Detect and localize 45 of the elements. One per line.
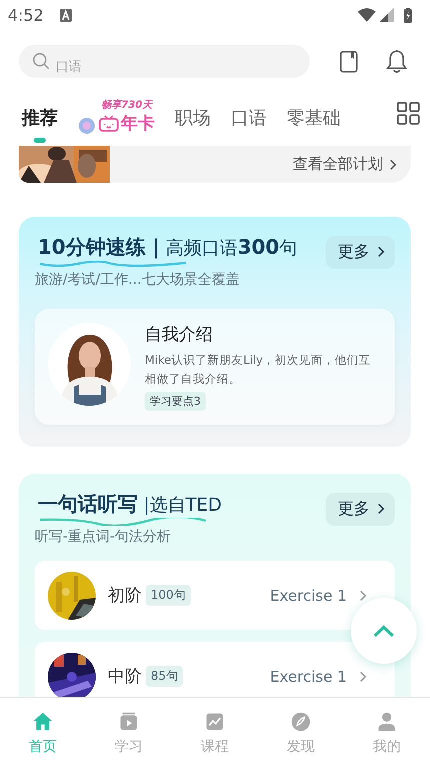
level-name: 中阶 xyxy=(108,666,142,688)
card-subtitle: 听写-重点词-句法分析 xyxy=(35,528,172,546)
person-icon xyxy=(376,711,398,733)
search-field[interactable]: 口语 xyxy=(19,45,310,78)
chevron-icon xyxy=(359,590,367,602)
tab[interactable]: 零基础 xyxy=(287,106,341,143)
card-subtitle: 旅游/考试/工作...七大场景全覆盖 xyxy=(35,271,241,289)
signal-icon xyxy=(380,8,394,22)
status-time: 4:52 xyxy=(8,6,44,24)
tab[interactable]: 职场 xyxy=(175,106,211,143)
card-title: 一句话听写 |选自TED xyxy=(38,492,222,518)
chart-icon xyxy=(204,711,226,733)
sentence-count: 100句 xyxy=(146,585,191,606)
chevron-icon xyxy=(389,158,397,170)
chevron-icon xyxy=(377,246,385,258)
book-icon[interactable] xyxy=(340,50,358,72)
level-row[interactable]: 初阶 100句 Exercise 1 xyxy=(35,561,395,630)
exercise-label: Exercise 1 xyxy=(270,668,347,686)
bell-icon[interactable] xyxy=(386,49,408,74)
notification-icon xyxy=(60,8,72,22)
battery-icon xyxy=(404,8,412,22)
level-name: 初阶 xyxy=(108,585,142,607)
lesson-description: Mike认识了新朋友Lily，初次见面，他们互相做了自我介绍。 xyxy=(145,352,372,388)
search-icon xyxy=(33,53,50,70)
lesson-card[interactable]: 自我介绍 Mike认识了新朋友Lily，初次见面，他们互相做了自我介绍。 学习要点3 xyxy=(35,309,395,425)
card-title: 10分钟速练 | 高频口语300句 xyxy=(38,235,298,261)
lesson-title: 自我介绍 xyxy=(145,324,214,346)
home-icon xyxy=(32,711,54,733)
exercise-label: Exercise 1 xyxy=(270,586,347,604)
sentence-count: 85句 xyxy=(146,666,184,687)
wifi-icon xyxy=(358,8,376,22)
tab[interactable]: 推荐 xyxy=(22,106,58,143)
view-all-plans-link[interactable]: 查看全部计划 xyxy=(293,155,397,174)
more-button[interactable]: 更多 xyxy=(326,492,395,526)
compass-icon xyxy=(290,711,312,733)
chevron-icon xyxy=(359,670,367,682)
level-row[interactable]: 中阶 85句 Exercise 1 xyxy=(35,642,395,697)
promo-tab[interactable]: 畅享730天 年卡 xyxy=(78,98,155,135)
tab[interactable]: 口语 xyxy=(231,106,267,143)
play-icon xyxy=(118,711,140,733)
chevron-up-icon xyxy=(373,624,395,638)
tv-face-icon xyxy=(99,115,119,132)
chevron-icon xyxy=(377,503,385,515)
more-button[interactable]: 更多 xyxy=(326,236,395,268)
lesson-tag: 学习要点3 xyxy=(145,392,206,411)
